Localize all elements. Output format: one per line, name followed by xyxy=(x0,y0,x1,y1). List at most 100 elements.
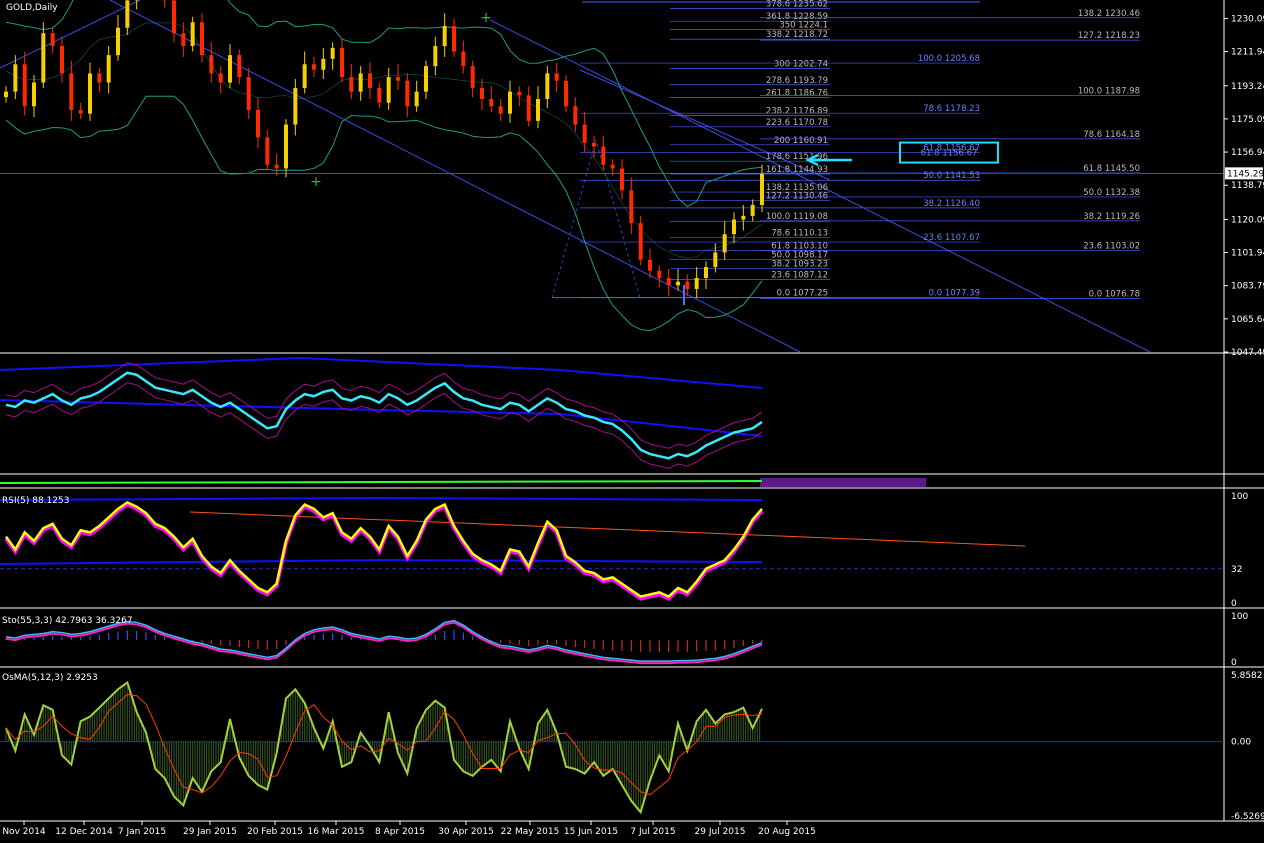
candle-body[interactable] xyxy=(545,73,549,99)
sto-tick-label: 100 xyxy=(1231,612,1248,622)
candle-body[interactable] xyxy=(293,88,297,125)
candle-body[interactable] xyxy=(527,95,531,121)
candle-body[interactable] xyxy=(751,205,755,216)
candle-body[interactable] xyxy=(349,77,353,92)
rsi-tick-label: 100 xyxy=(1231,492,1248,502)
date-tick-label: 29 Jan 2015 xyxy=(183,827,237,837)
candle-body[interactable] xyxy=(732,220,736,235)
fib-level-left-label: 261.8 1186.76 xyxy=(766,89,828,99)
candle-body[interactable] xyxy=(172,0,176,33)
candle-body[interactable] xyxy=(4,92,8,97)
fib-level-mid-label: 78.6 1178.23 xyxy=(923,104,980,114)
candle-body[interactable] xyxy=(573,106,577,124)
candle-body[interactable] xyxy=(489,99,493,106)
candle-body[interactable] xyxy=(237,55,241,77)
fib-level-mid-label: 38.2 1126.40 xyxy=(923,199,980,209)
candle-body[interactable] xyxy=(125,0,129,27)
candle-body[interactable] xyxy=(41,33,45,82)
candle-body[interactable] xyxy=(741,216,745,220)
osma-label: OsMA(5,12,3) 2.9253 xyxy=(2,673,98,683)
rsi-tick-label: 32 xyxy=(1231,565,1242,575)
candle-body[interactable] xyxy=(461,51,465,66)
candle-body[interactable] xyxy=(424,66,428,92)
candle-body[interactable] xyxy=(275,165,279,169)
candle-body[interactable] xyxy=(368,73,372,88)
candle-body[interactable] xyxy=(639,223,643,260)
candle-body[interactable] xyxy=(601,146,605,164)
candle-body[interactable] xyxy=(713,252,717,267)
candle-body[interactable] xyxy=(256,110,260,137)
candle-body[interactable] xyxy=(452,26,456,52)
candle-body[interactable] xyxy=(359,73,363,91)
date-tick-label: 12 Dec 2014 xyxy=(55,827,113,837)
candle-body[interactable] xyxy=(592,143,596,147)
candle-body[interactable] xyxy=(695,278,699,289)
candle-body[interactable] xyxy=(247,77,251,110)
osma-tick-label: 5.8582 xyxy=(1231,671,1263,681)
candle-body[interactable] xyxy=(555,73,559,80)
candle-body[interactable] xyxy=(303,64,307,88)
candle-body[interactable] xyxy=(583,125,587,143)
candle-body[interactable] xyxy=(265,137,269,164)
candle-body[interactable] xyxy=(228,55,232,82)
fib-level-left-label: 350 1224.1 xyxy=(779,20,828,30)
candle-body[interactable] xyxy=(396,77,400,81)
candle-body[interactable] xyxy=(480,88,484,99)
candle-body[interactable] xyxy=(191,22,195,46)
fib-level-left-label: 23.6 1087.12 xyxy=(771,271,828,281)
chart-canvas[interactable]: 1230.091211.941193.241175.091156.941138.… xyxy=(0,0,1264,839)
candle-body[interactable] xyxy=(209,55,213,73)
stochastic-label: Sto(55,3,3) 42.7963 36.3267 xyxy=(2,616,133,626)
candle-body[interactable] xyxy=(564,81,568,107)
candle-body[interactable] xyxy=(32,83,36,107)
candle-body[interactable] xyxy=(116,28,120,55)
candle-body[interactable] xyxy=(23,64,27,106)
candle-body[interactable] xyxy=(415,92,419,107)
candle-body[interactable] xyxy=(433,46,437,66)
candle-body[interactable] xyxy=(69,73,73,110)
candle-body[interactable] xyxy=(331,48,335,59)
chart-background xyxy=(0,0,1264,839)
candle-body[interactable] xyxy=(499,106,503,113)
candle-body[interactable] xyxy=(611,165,615,169)
candle-body[interactable] xyxy=(13,64,17,91)
candle-body[interactable] xyxy=(667,278,671,285)
price-tick-label: 1156.94 xyxy=(1231,148,1264,158)
candle-body[interactable] xyxy=(340,48,344,77)
candle-body[interactable] xyxy=(88,73,92,113)
candle-body[interactable] xyxy=(685,282,689,289)
candle-body[interactable] xyxy=(471,66,475,88)
candle-body[interactable] xyxy=(107,55,111,82)
candle-body[interactable] xyxy=(284,125,288,169)
candle-body[interactable] xyxy=(536,99,540,121)
candle-body[interactable] xyxy=(517,92,521,96)
candle-body[interactable] xyxy=(704,267,708,278)
candle-body[interactable] xyxy=(51,33,55,46)
fib-level-left-label: 238.2 1176.89 xyxy=(766,107,828,117)
candle-body[interactable] xyxy=(723,234,727,252)
candle-body[interactable] xyxy=(760,174,764,205)
date-tick-label: 15 Jun 2015 xyxy=(564,827,618,837)
candle-body[interactable] xyxy=(97,73,101,82)
candle-body[interactable] xyxy=(321,59,325,70)
rsi-label: RSI(5) 88.1253 xyxy=(2,496,69,506)
candle-body[interactable] xyxy=(219,73,223,82)
candle-body[interactable] xyxy=(60,46,64,73)
price-tick-label: 1138.79 xyxy=(1231,181,1264,191)
candle-body[interactable] xyxy=(648,260,652,271)
candle-body[interactable] xyxy=(405,81,409,107)
candle-body[interactable] xyxy=(377,88,381,103)
candle-body[interactable] xyxy=(312,64,316,69)
candle-body[interactable] xyxy=(79,110,83,114)
candle-body[interactable] xyxy=(181,33,185,46)
candle-body[interactable] xyxy=(508,92,512,114)
candle-body[interactable] xyxy=(629,190,633,223)
date-tick-label: Nov 2014 xyxy=(2,827,46,837)
candle-body[interactable] xyxy=(676,282,680,286)
candle-body[interactable] xyxy=(387,77,391,103)
candle-body[interactable] xyxy=(620,168,624,190)
candle-body[interactable] xyxy=(443,26,447,46)
candle-body[interactable] xyxy=(200,22,204,55)
candle-body[interactable] xyxy=(657,271,661,278)
fib-level-right-label: 0.0 1076.78 xyxy=(1089,289,1140,299)
